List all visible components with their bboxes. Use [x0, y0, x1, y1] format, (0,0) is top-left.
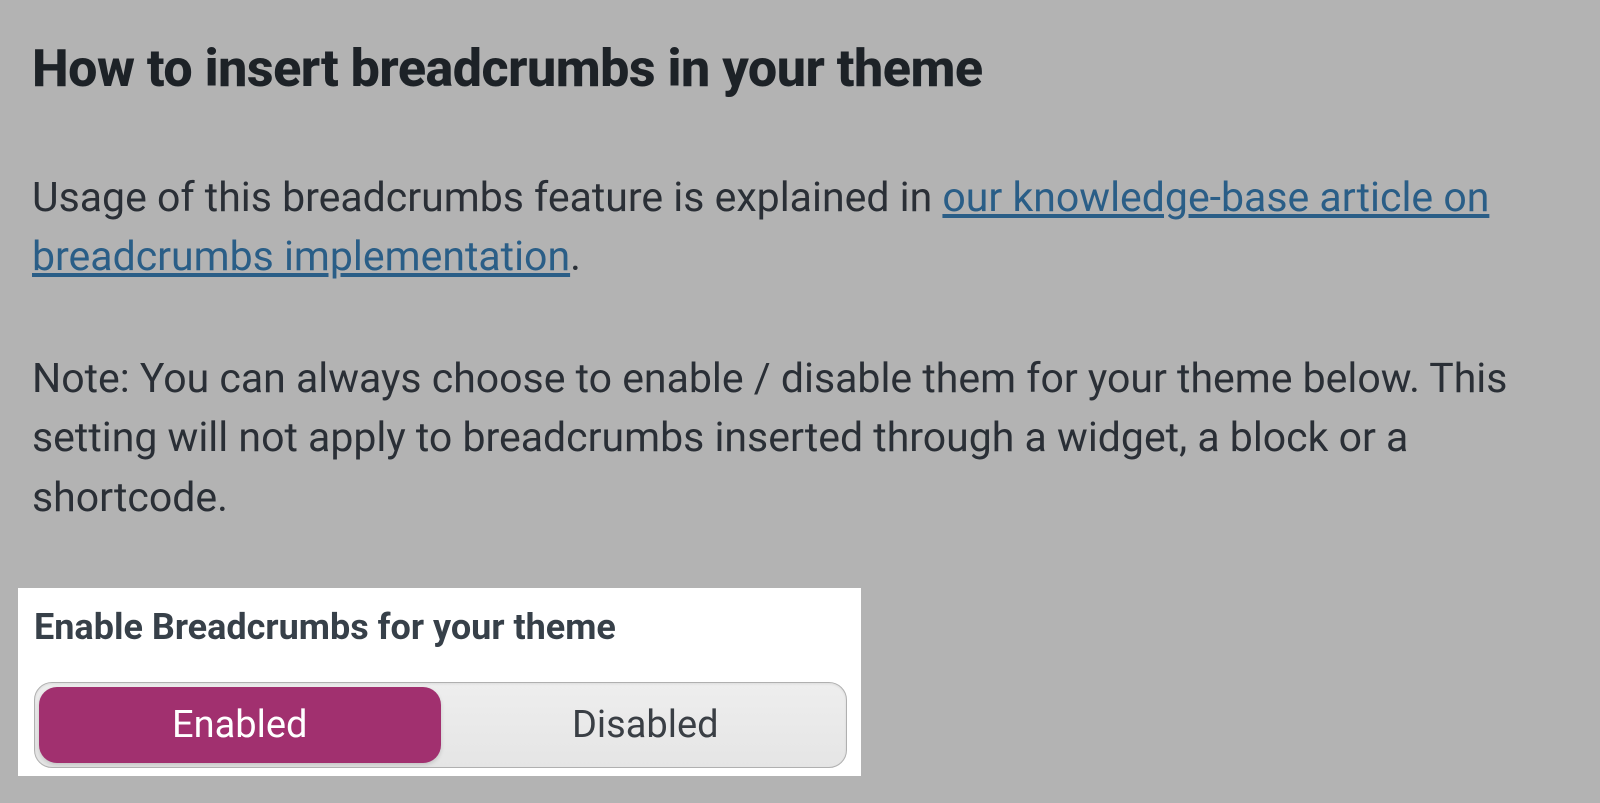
intro-paragraph: Usage of this breadcrumbs feature is exp… [32, 169, 1568, 288]
section-heading: How to insert breadcrumbs in your theme [32, 38, 1568, 99]
breadcrumbs-toggle: Enabled Disabled [34, 682, 847, 768]
toggle-disabled-button[interactable]: Disabled [445, 683, 847, 767]
enable-breadcrumbs-card: Enable Breadcrumbs for your theme Enable… [18, 588, 861, 776]
toggle-enabled-button[interactable]: Enabled [39, 687, 441, 763]
note-paragraph: Note: You can always choose to enable / … [32, 350, 1568, 528]
intro-text-after: . [570, 233, 581, 281]
intro-text-before: Usage of this breadcrumbs feature is exp… [32, 174, 942, 222]
card-title: Enable Breadcrumbs for your theme [34, 606, 845, 648]
